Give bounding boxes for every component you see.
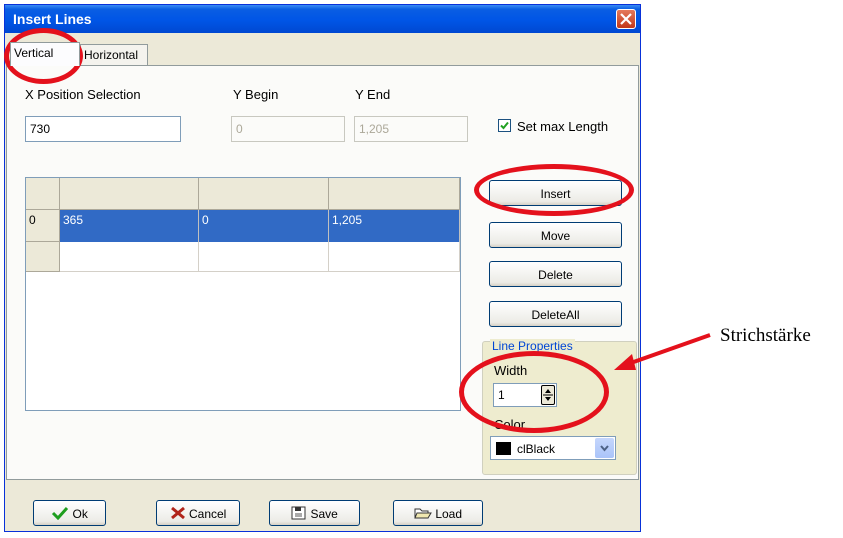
- y-end-input[interactable]: 1,205: [354, 116, 468, 142]
- color-select[interactable]: clBlack: [490, 436, 616, 460]
- set-max-length-checkbox[interactable]: [498, 119, 511, 132]
- delete-button[interactable]: Delete: [489, 261, 622, 287]
- ok-label: Ok: [72, 507, 88, 521]
- grid-cell[interactable]: [199, 242, 329, 272]
- x-icon: [170, 506, 185, 520]
- y-end-label: Y End: [355, 87, 391, 102]
- color-swatch: [496, 442, 511, 455]
- grid-cell[interactable]: [60, 242, 199, 272]
- grid-cell[interactable]: 0: [199, 210, 329, 242]
- save-icon: [291, 506, 306, 520]
- cancel-button[interactable]: Cancel: [156, 500, 240, 526]
- folder-open-icon: [414, 508, 432, 519]
- save-button[interactable]: Save: [269, 500, 360, 526]
- checkmark-icon: [52, 506, 69, 521]
- x-position-label: X Position Selection: [25, 87, 141, 102]
- close-button[interactable]: [616, 9, 636, 29]
- cancel-label: Cancel: [188, 507, 227, 521]
- color-select-value: clBlack: [517, 442, 556, 456]
- lines-grid[interactable]: 0 365 0 1,205: [25, 177, 461, 411]
- title-bar[interactable]: Insert Lines: [5, 5, 640, 33]
- tab-horizontal[interactable]: Horizontal: [80, 44, 148, 65]
- grid-cell[interactable]: 1,205: [329, 210, 460, 242]
- checkmark-icon: [500, 121, 509, 130]
- x-position-input[interactable]: 730: [25, 116, 181, 142]
- close-icon: [620, 13, 632, 25]
- grid-header[interactable]: [199, 178, 329, 210]
- set-max-length-label: Set max Length: [517, 119, 609, 134]
- save-label: Save: [310, 507, 338, 521]
- row-index: [26, 242, 60, 272]
- load-button[interactable]: Load: [393, 500, 483, 526]
- grid-corner: [26, 178, 60, 210]
- grid-cell[interactable]: 365: [60, 210, 199, 242]
- chevron-down-icon: [600, 445, 609, 452]
- move-button[interactable]: Move: [489, 222, 622, 248]
- window-title: Insert Lines: [13, 11, 92, 27]
- ok-button[interactable]: Ok: [33, 500, 106, 526]
- annotation-label: Strichstärke: [720, 325, 811, 346]
- y-begin-label: Y Begin: [233, 87, 279, 102]
- annotation-circle-insert: [474, 164, 634, 216]
- y-begin-input[interactable]: 0: [231, 116, 345, 142]
- annotation-circle-width: [459, 351, 609, 433]
- grid-header[interactable]: [60, 178, 199, 210]
- dropdown-button[interactable]: [595, 438, 614, 458]
- grid-cell[interactable]: [329, 242, 460, 272]
- row-index: 0: [26, 210, 60, 242]
- tab-vertical[interactable]: Vertical: [10, 42, 80, 66]
- annotation-arrow: [614, 333, 711, 370]
- load-label: Load: [435, 507, 463, 521]
- grid-header[interactable]: [329, 178, 460, 210]
